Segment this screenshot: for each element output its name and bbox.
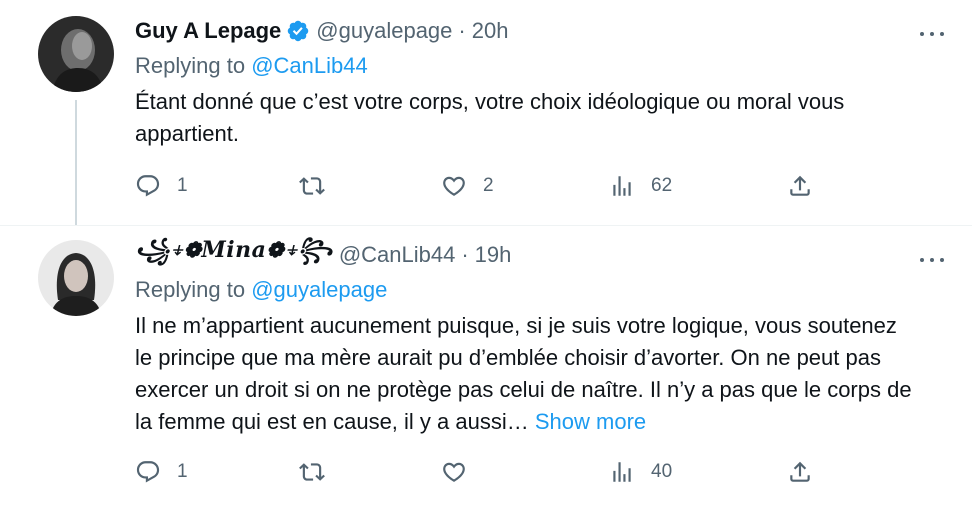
avatar[interactable]	[38, 240, 114, 316]
thread-connector-line	[75, 100, 77, 226]
like-count: 2	[483, 175, 494, 196]
separator-dot: ·	[458, 18, 466, 43]
tweet-text: Étant donné que c’est votre corps, votre…	[135, 86, 912, 150]
verified-badge-icon	[286, 19, 310, 43]
views-button[interactable]: 62	[609, 169, 672, 203]
like-button[interactable]: 2	[441, 169, 494, 203]
author-handle[interactable]: @guyalepage	[316, 18, 452, 44]
author-name[interactable]: ꧁⍖❁𝑴𝒊𝒏𝒂❁⍖꧂	[135, 233, 333, 278]
heart-icon	[443, 176, 465, 196]
views-icon	[613, 176, 631, 196]
replying-to-prefix: Replying to	[135, 53, 246, 78]
more-dots-icon[interactable]	[918, 24, 946, 44]
replying-to: Replying to @guyalepage	[135, 274, 912, 306]
more-dots-icon[interactable]	[918, 250, 946, 270]
tweet-text: Il ne m’appartient aucunement puisque, s…	[135, 310, 912, 438]
timestamp[interactable]: 19h	[475, 242, 512, 268]
heart-icon	[443, 462, 465, 482]
tweet-text-body: Étant donné que c’est votre corps, votre…	[135, 89, 845, 146]
timestamp[interactable]: 20h	[472, 18, 509, 44]
reply-icon	[136, 175, 160, 197]
reply-count: 1	[177, 175, 188, 196]
replying-to-link[interactable]: @CanLib44	[251, 53, 368, 78]
tweet[interactable]: Guy A Lepage @guyalepage · 20h Replying …	[0, 0, 972, 226]
like-button[interactable]	[441, 455, 483, 489]
replying-to: Replying to @CanLib44	[135, 50, 912, 82]
reply-count: 1	[177, 461, 188, 482]
author-name[interactable]: Guy A Lepage	[135, 18, 281, 44]
views-count: 62	[651, 175, 673, 196]
retweet-button[interactable]	[299, 455, 341, 489]
author-handle[interactable]: @CanLib44	[339, 242, 456, 268]
views-count: 40	[651, 461, 673, 482]
share-icon	[790, 175, 810, 196]
share-button[interactable]	[787, 455, 813, 489]
retweet-icon	[299, 177, 325, 195]
tweet[interactable]: ꧁⍖❁𝑴𝒊𝒏𝒂❁⍖꧂ @CanLib44 · 19h Replying to @…	[0, 226, 972, 512]
reply-button[interactable]: 1	[135, 455, 188, 489]
replying-to-prefix: Replying to	[135, 277, 246, 302]
tweet-actions: 1 40	[135, 455, 815, 489]
share-icon	[790, 461, 810, 482]
avatar[interactable]	[38, 16, 114, 92]
tweet-text-body: Il ne m’appartient aucunement puisque, s…	[135, 313, 912, 434]
share-button[interactable]	[787, 169, 813, 203]
tweet-actions: 1 2 62	[135, 169, 815, 203]
retweet-icon	[299, 463, 325, 481]
reply-button[interactable]: 1	[135, 169, 188, 203]
views-button[interactable]: 40	[609, 455, 672, 489]
show-more-link[interactable]: Show more	[535, 409, 646, 434]
replying-to-link[interactable]: @guyalepage	[251, 277, 387, 302]
separator-dot: ·	[461, 242, 469, 267]
reply-icon	[136, 461, 160, 483]
views-icon	[613, 462, 631, 482]
retweet-button[interactable]	[299, 169, 341, 203]
